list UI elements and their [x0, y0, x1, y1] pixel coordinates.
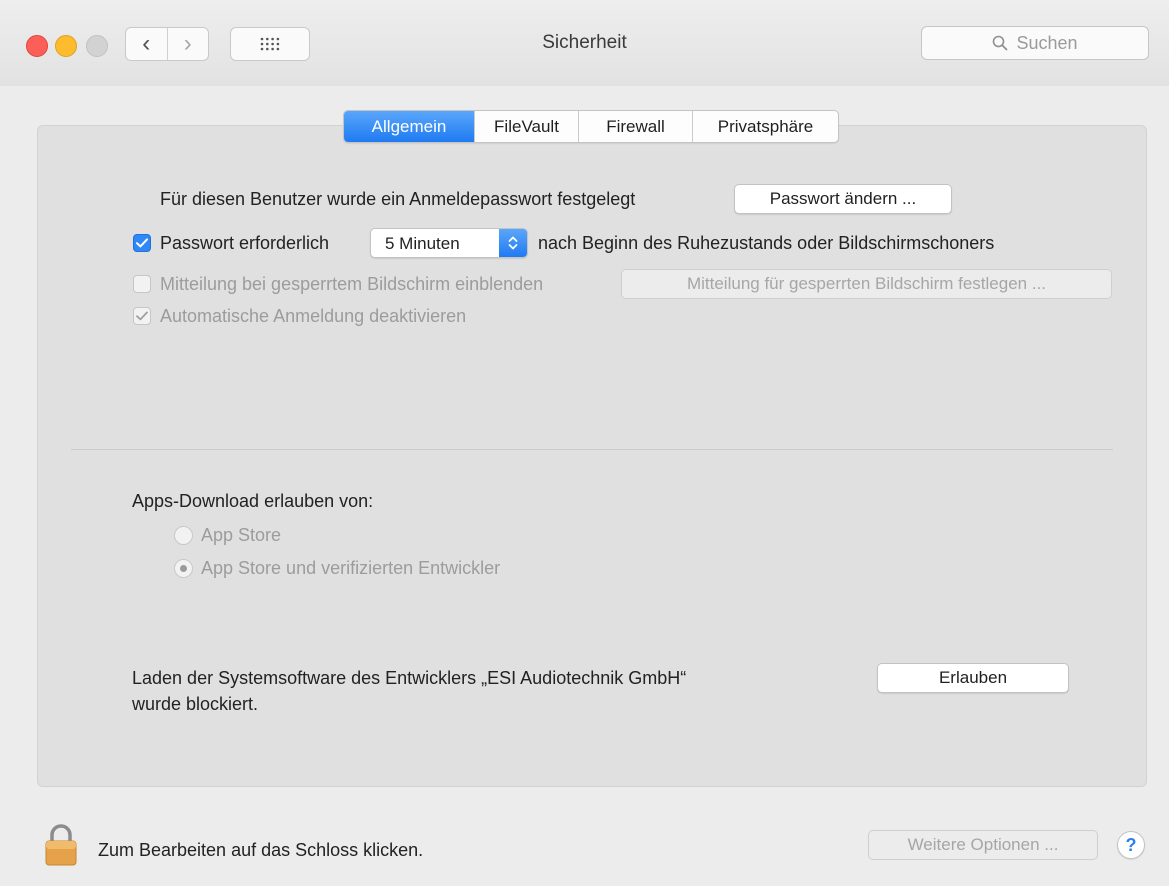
- tab-firewall[interactable]: Firewall: [578, 111, 692, 142]
- require-password-checkbox[interactable]: [133, 234, 151, 252]
- require-password-label: Passwort erforderlich: [160, 233, 330, 253]
- radio-app-store-verified-label: App Store und verifizierten Entwickler: [201, 558, 501, 578]
- password-delay-select[interactable]: 5 Minuten: [370, 228, 528, 258]
- radio-app-store-label: App Store: [201, 525, 282, 545]
- change-password-button[interactable]: Passwort ändern ...: [734, 184, 952, 214]
- more-options-button[interactable]: Weitere Optionen ...: [868, 830, 1098, 860]
- disable-auto-login-label: Automatische Anmeldung deaktivieren: [160, 306, 467, 326]
- tab-bar: Allgemein FileVault Firewall Privatsphär…: [343, 110, 839, 143]
- disable-auto-login-checkbox[interactable]: [133, 307, 151, 325]
- tab-filevault[interactable]: FileVault: [474, 111, 578, 142]
- checkmark-icon: [136, 311, 148, 321]
- search-input[interactable]: Suchen: [921, 26, 1149, 60]
- title-bar: ‹ › Sicherheit Suchen: [0, 0, 1169, 86]
- password-delay-value: 5 Minuten: [385, 234, 460, 253]
- allow-button[interactable]: Erlauben: [877, 663, 1069, 693]
- lock-message-label: Mitteilung bei gesperrtem Bildschirm ein…: [160, 274, 544, 294]
- checkmark-icon: [136, 238, 148, 248]
- downloads-heading: Apps-Download erlauben von:: [132, 491, 374, 511]
- radio-app-store-verified[interactable]: [174, 559, 193, 578]
- search-placeholder: Suchen: [1016, 32, 1078, 53]
- search-icon: [993, 35, 1008, 51]
- help-icon[interactable]: ?: [1117, 831, 1145, 859]
- password-set-label: Für diesen Benutzer wurde ein Anmeldepas…: [160, 189, 636, 209]
- separator: [71, 449, 1113, 450]
- radio-app-store[interactable]: [174, 526, 193, 545]
- lock-text: Zum Bearbeiten auf das Schloss klicken.: [98, 840, 424, 860]
- blocked-message-line2: wurde blockiert.: [132, 694, 259, 714]
- require-password-suffix: nach Beginn des Ruhezustands oder Bildsc…: [538, 233, 995, 253]
- blocked-message-line1: Laden der Systemsoftware des Entwicklers…: [132, 668, 687, 688]
- tab-allgemein[interactable]: Allgemein: [344, 111, 474, 142]
- lock-message-checkbox[interactable]: [133, 275, 151, 293]
- lock-icon[interactable]: [44, 822, 78, 866]
- popup-arrows-icon: [499, 229, 527, 257]
- tab-privatsphaere[interactable]: Privatsphäre: [692, 111, 838, 142]
- lock-message-button[interactable]: Mitteilung für gesperrten Bildschirm fes…: [621, 269, 1112, 299]
